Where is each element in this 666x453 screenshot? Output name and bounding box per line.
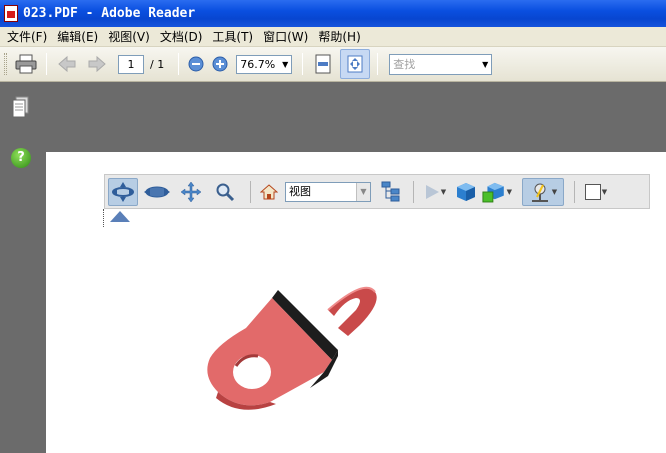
fit-page-button[interactable]: [340, 49, 371, 79]
toolbar-separator: [178, 53, 180, 75]
menu-file[interactable]: 文件(F): [2, 28, 52, 45]
help-icon[interactable]: ?: [11, 148, 31, 168]
pan-icon: [180, 181, 202, 202]
zoom-in-icon: [212, 56, 228, 72]
main-toolbar: 1 / 1 76.7% ▼ 查找 ▼: [0, 47, 666, 82]
menu-window[interactable]: 窗口(W): [258, 28, 313, 45]
arrow-left-icon: [58, 55, 76, 73]
fit-page-icon: [347, 55, 363, 73]
lighting-button[interactable]: ▼: [522, 177, 564, 206]
toolbar-separator: [413, 180, 414, 203]
collapse-toolbar-icon[interactable]: [110, 211, 130, 222]
fit-width-icon: [315, 54, 331, 74]
find-placeholder: 查找: [393, 57, 416, 71]
chevron-down-icon: ▼: [601, 187, 608, 196]
menu-tools[interactable]: 工具(T): [207, 28, 258, 45]
previous-page-button[interactable]: [54, 51, 80, 77]
toolbar-separator: [574, 180, 575, 203]
page-total: / 1: [150, 57, 165, 71]
pages-icon[interactable]: [12, 96, 30, 118]
spin-tool-button[interactable]: [142, 178, 172, 206]
rotate-tool-button[interactable]: [108, 177, 138, 206]
home-view-button[interactable]: [257, 178, 281, 206]
pdf-file-icon: [4, 5, 18, 22]
find-input[interactable]: 查找 ▼: [389, 53, 493, 75]
chevron-down-icon: ▼: [482, 59, 489, 69]
model-tree-button[interactable]: [379, 178, 403, 206]
home-icon: [260, 183, 278, 199]
menu-view[interactable]: 视图(V): [103, 28, 155, 45]
render-cubes-icon: [482, 182, 504, 202]
chevron-down-icon: ▼: [506, 187, 512, 196]
zoom-level-value: 76.7%: [240, 57, 276, 71]
background-color-button[interactable]: ▼: [581, 178, 611, 206]
cube-icon: [457, 182, 475, 201]
zoom-out-icon: [188, 56, 204, 72]
projection-button[interactable]: [454, 178, 478, 206]
chevron-down-icon: ▼: [440, 187, 447, 196]
pan-tool-button[interactable]: [176, 178, 206, 206]
views-select[interactable]: 视图 ▼: [285, 181, 371, 202]
chevron-down-icon: ▼: [551, 187, 558, 196]
window-title: 023.PDF - Adobe Reader: [23, 6, 196, 21]
zoom-level-select[interactable]: 76.7% ▼: [236, 54, 293, 74]
3d-model[interactable]: [200, 280, 390, 410]
lamp-icon: [531, 183, 548, 202]
toolbar-separator: [302, 53, 304, 75]
print-button[interactable]: [13, 51, 39, 77]
toolbar-separator: [377, 53, 379, 75]
model-tree-icon: [381, 181, 400, 201]
title-bar: 023.PDF - Adobe Reader: [0, 0, 666, 27]
render-mode-button[interactable]: ▼: [482, 178, 512, 206]
3d-toolbar: 视图 ▼ ▼ ▼ ▼ ▼: [104, 174, 650, 209]
navigation-pane: ?: [0, 82, 46, 453]
toolbar-separator: [250, 180, 251, 203]
rotate-icon: [112, 181, 134, 202]
zoom-out-button[interactable]: [186, 51, 206, 77]
zoom-in-button[interactable]: [210, 51, 230, 77]
printer-icon: [15, 54, 37, 74]
zoom-tool-button[interactable]: [210, 178, 240, 206]
background-color-swatch: [584, 183, 601, 200]
menu-edit[interactable]: 编辑(E): [52, 28, 103, 45]
play-animation-button[interactable]: ▼: [420, 178, 450, 206]
menu-bar: 文件(F) 编辑(E) 视图(V) 文档(D) 工具(T) 窗口(W) 帮助(H…: [0, 27, 666, 47]
views-select-value: 视图: [289, 184, 311, 198]
menu-document[interactable]: 文档(D): [155, 28, 208, 45]
play-icon: [425, 184, 439, 199]
chevron-down-icon: ▼: [282, 59, 289, 69]
page-number-input[interactable]: 1: [118, 54, 144, 74]
toolbar-separator: [46, 53, 47, 75]
fit-width-button[interactable]: [310, 51, 336, 77]
3d-toolbar-anchor-line: [103, 209, 104, 227]
spin-icon: [144, 186, 170, 197]
arrow-right-icon: [88, 55, 106, 73]
next-page-button[interactable]: [84, 51, 110, 77]
chevron-down-icon: ▼: [356, 182, 370, 201]
toolbar-grip[interactable]: [4, 53, 7, 75]
magnifier-icon: [216, 183, 235, 201]
menu-help[interactable]: 帮助(H): [313, 28, 365, 45]
